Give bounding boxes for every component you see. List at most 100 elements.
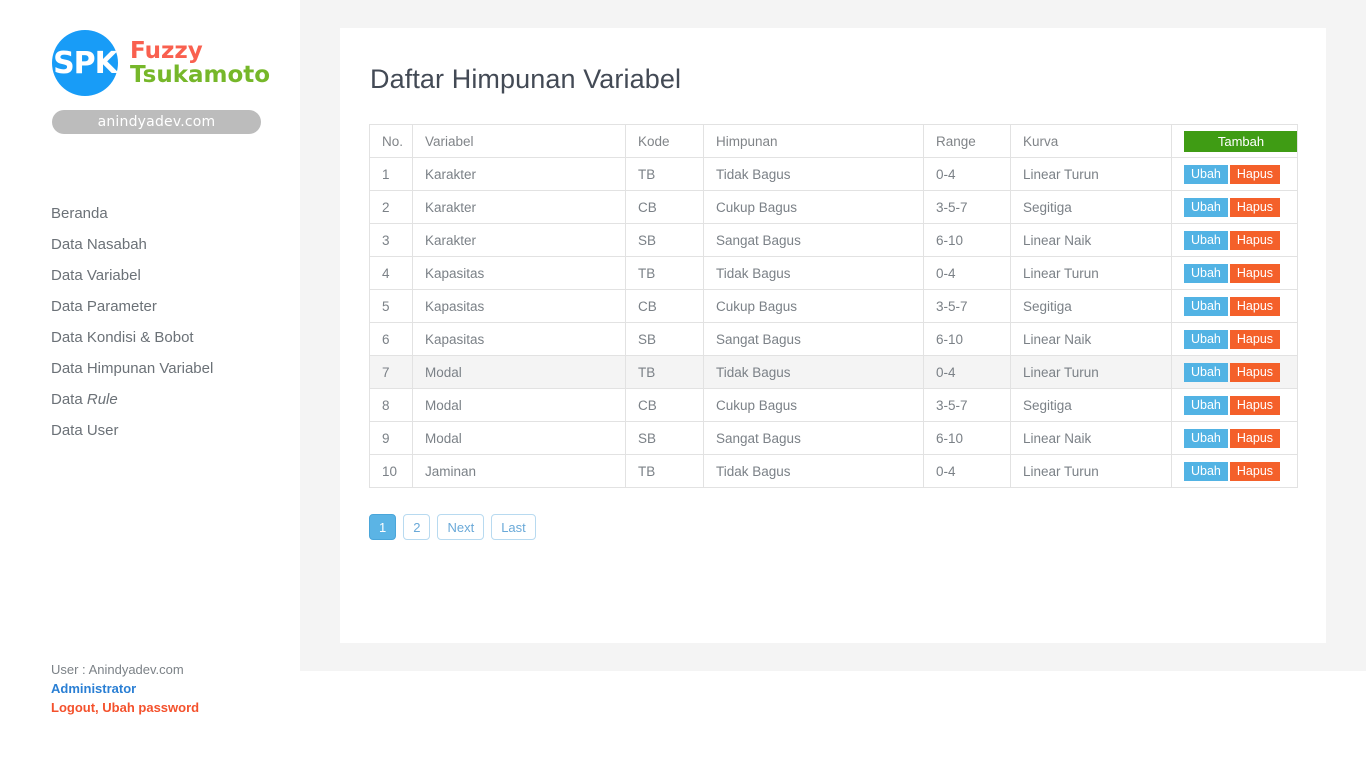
cell-no: 3	[369, 223, 413, 257]
cell-variabel: Karakter	[412, 223, 626, 257]
cell-range: 3-5-7	[923, 190, 1011, 224]
edit-button[interactable]: Ubah	[1184, 461, 1228, 481]
cell-kode: CB	[625, 190, 704, 224]
cell-kode: SB	[625, 223, 704, 257]
user-role-label: Administrator	[51, 681, 137, 697]
delete-button[interactable]: Hapus	[1229, 428, 1281, 448]
brand-domain-pill: anindyadev.com	[52, 110, 261, 134]
delete-button[interactable]: Hapus	[1229, 362, 1281, 382]
sidebar-item-data-user[interactable]: Data User	[0, 415, 300, 446]
sidebar-item-label: Data Variabel	[51, 267, 141, 284]
delete-button[interactable]: Hapus	[1229, 461, 1281, 481]
edit-button[interactable]: Ubah	[1184, 329, 1228, 349]
delete-button[interactable]: Hapus	[1229, 230, 1281, 250]
cell-kurva: Segitiga	[1010, 388, 1172, 422]
table-row[interactable]: 10 Jaminan TB Tidak Bagus 0-4 Linear Turun Uba…	[369, 454, 1298, 488]
cell-no: 9	[369, 421, 413, 455]
column-header: Kode	[625, 124, 704, 158]
edit-button[interactable]: Ubah	[1184, 395, 1228, 415]
pagination-next[interactable]: Next	[437, 514, 485, 540]
edit-button[interactable]: Ubah	[1184, 197, 1228, 217]
cell-kode: SB	[625, 322, 704, 356]
cell-no: 6	[369, 322, 413, 356]
sidebar-item-label: Data User	[51, 422, 119, 439]
delete-button[interactable]: Hapus	[1229, 263, 1281, 283]
column-header: No.	[369, 124, 413, 158]
spk-logo-text: SPK	[53, 45, 118, 81]
logout-link[interactable]: Logout	[51, 700, 95, 715]
sidebar-item-data-parameter[interactable]: Data Parameter	[0, 291, 300, 322]
delete-button[interactable]: Hapus	[1229, 296, 1281, 316]
sidebar-item-label: Data Himpunan Variabel	[51, 360, 214, 377]
cell-kurva: Segitiga	[1010, 190, 1172, 224]
delete-button[interactable]: Hapus	[1229, 164, 1281, 184]
edit-button[interactable]: Ubah	[1184, 428, 1228, 448]
table-row[interactable]: 2 Karakter CB Cukup Bagus 3-5-7 Segitiga Ubah H…	[369, 190, 1298, 224]
sidebar-item-data[interactable]: Data Rule	[0, 384, 300, 415]
cell-variabel: Modal	[412, 421, 626, 455]
pagination-2[interactable]: 2	[403, 514, 431, 540]
cell-himpunan: Cukup Bagus	[703, 190, 924, 224]
cell-himpunan: Cukup Bagus	[703, 388, 924, 422]
edit-button[interactable]: Ubah	[1184, 230, 1228, 250]
cell-actions: Ubah Hapus	[1171, 289, 1298, 323]
cell-no: 7	[369, 355, 413, 389]
sidebar-item-label-emphasis: Rule	[86, 391, 118, 408]
cell-himpunan: Sangat Bagus	[703, 322, 924, 356]
edit-button[interactable]: Ubah	[1184, 263, 1228, 283]
brand-domain-text: anindyadev.com	[97, 114, 216, 130]
table-row[interactable]: 4 Kapasitas TB Tidak Bagus 0-4 Linear Turun Ub…	[369, 256, 1298, 290]
table-row[interactable]: 6 Kapasitas SB Sangat Bagus 6-10 Linear Naik U…	[369, 322, 1298, 356]
cell-no: 2	[369, 190, 413, 224]
table-row[interactable]: 9 Modal SB Sangat Bagus 6-10 Linear Naik Ubah H…	[369, 421, 1298, 455]
delete-button[interactable]: Hapus	[1229, 197, 1281, 217]
cell-no: 4	[369, 256, 413, 290]
edit-button[interactable]: Ubah	[1184, 296, 1228, 316]
sidebar: SPK Fuzzy Tsukamoto anindyadev.com Beran…	[0, 0, 300, 768]
cell-no: 5	[369, 289, 413, 323]
cell-variabel: Kapasitas	[412, 256, 626, 290]
sidebar-item-label: Beranda	[51, 205, 108, 222]
cell-variabel: Jaminan	[412, 454, 626, 488]
cell-kode: SB	[625, 421, 704, 455]
cell-actions: Ubah Hapus	[1171, 454, 1298, 488]
cell-himpunan: Tidak Bagus	[703, 256, 924, 290]
sidebar-item-data-himpunan-variabel[interactable]: Data Himpunan Variabel	[0, 353, 300, 384]
sidebar-nav: Beranda Data Nasabah Data Variabel Data Par…	[0, 198, 300, 446]
cell-actions: Ubah Hapus	[1171, 322, 1298, 356]
cell-variabel: Karakter	[412, 157, 626, 191]
cell-actions: Ubah Hapus	[1171, 388, 1298, 422]
sidebar-item-data-variabel[interactable]: Data Variabel	[0, 260, 300, 291]
cell-range: 0-4	[923, 256, 1011, 290]
sidebar-item-beranda[interactable]: Beranda	[0, 198, 300, 229]
cell-range: 0-4	[923, 355, 1011, 389]
table-row[interactable]: 5 Kapasitas CB Cukup Bagus 3-5-7 Segitiga Ubah…	[369, 289, 1298, 323]
table-row[interactable]: 8 Modal CB Cukup Bagus 3-5-7 Segitiga Ubah Hapu…	[369, 388, 1298, 422]
sidebar-item-label: Data Nasabah	[51, 236, 147, 253]
delete-button[interactable]: Hapus	[1229, 395, 1281, 415]
sidebar-item-label: Data Kondisi & Bobot	[51, 329, 194, 346]
cell-himpunan: Cukup Bagus	[703, 289, 924, 323]
cell-range: 6-10	[923, 223, 1011, 257]
pagination-1[interactable]: 1	[369, 514, 397, 540]
spk-circle-icon: SPK	[52, 30, 118, 96]
table-row[interactable]: 3 Karakter SB Sangat Bagus 6-10 Linear Naik Ub…	[369, 223, 1298, 257]
cell-kode: CB	[625, 388, 704, 422]
edit-button[interactable]: Ubah	[1184, 164, 1228, 184]
pagination: 1 2 Next Last	[340, 488, 1326, 540]
pagination-last[interactable]: Last	[491, 514, 536, 540]
cell-range: 6-10	[923, 322, 1011, 356]
change-password-link[interactable]: Ubah password	[102, 700, 199, 715]
brand-logo[interactable]: SPK Fuzzy Tsukamoto anindyadev.com	[0, 30, 300, 134]
add-button[interactable]: Tambah	[1184, 130, 1297, 152]
cell-no: 10	[369, 454, 413, 488]
delete-button[interactable]: Hapus	[1229, 329, 1281, 349]
cell-kode: TB	[625, 454, 704, 488]
table-row[interactable]: 7 Modal TB Tidak Bagus 0-4 Linear Turun Ubah Ha…	[369, 355, 1298, 389]
edit-button[interactable]: Ubah	[1184, 362, 1228, 382]
sidebar-item-data-nasabah[interactable]: Data Nasabah	[0, 229, 300, 260]
table-row[interactable]: 1 Karakter TB Tidak Bagus 0-4 Linear Turun Uba…	[369, 157, 1298, 191]
user-info-box: User : Anindyadev.com Administrator Logo…	[51, 661, 199, 718]
sidebar-item-data-kondisi-bobot[interactable]: Data Kondisi & Bobot	[0, 322, 300, 353]
cell-himpunan: Sangat Bagus	[703, 421, 924, 455]
